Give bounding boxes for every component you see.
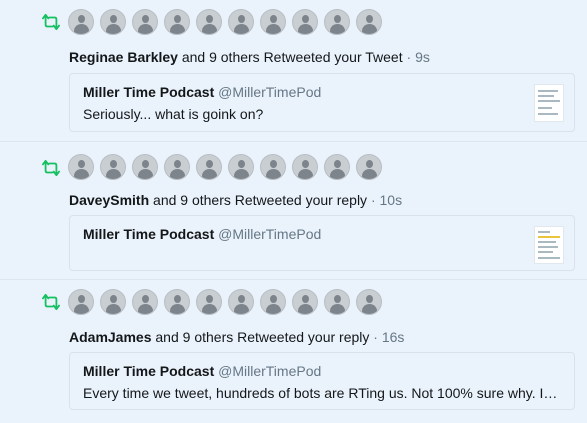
- avatar[interactable]: [100, 154, 126, 180]
- quoted-tweet-card[interactable]: Miller Time Podcast @MillerTimePod Serio…: [69, 73, 575, 132]
- avatar[interactable]: [260, 154, 286, 180]
- avatar-row: [68, 154, 388, 182]
- avatar[interactable]: [100, 9, 126, 35]
- avatar[interactable]: [164, 154, 190, 180]
- quoted-author-name[interactable]: Miller Time Podcast: [83, 226, 214, 242]
- actor-name-link[interactable]: Reginae Barkley: [69, 49, 178, 65]
- separator-dot: ·: [373, 329, 378, 345]
- avatar[interactable]: [356, 154, 382, 180]
- avatar[interactable]: [260, 9, 286, 35]
- quoted-author-name[interactable]: Miller Time Podcast: [83, 363, 214, 379]
- avatar[interactable]: [228, 9, 254, 35]
- avatar[interactable]: [292, 289, 318, 315]
- actor-name-link[interactable]: AdamJames: [69, 329, 152, 345]
- avatar[interactable]: [356, 9, 382, 35]
- notifications-feed: Reginae Barkley and 9 others Retweeted y…: [0, 0, 587, 423]
- avatar[interactable]: [292, 9, 318, 35]
- quoted-author: Miller Time Podcast @MillerTimePod: [83, 84, 321, 100]
- avatar[interactable]: [228, 289, 254, 315]
- avatar[interactable]: [196, 154, 222, 180]
- avatar[interactable]: [196, 9, 222, 35]
- avatar[interactable]: [292, 154, 318, 180]
- quoted-tweet-text: Seriously... what is goink on?: [83, 106, 264, 122]
- media-thumbnail[interactable]: [534, 226, 564, 264]
- notification-action-text: and 9 others Retweeted your Tweet: [181, 49, 403, 65]
- notification-summary: Reginae Barkley and 9 others Retweeted y…: [69, 48, 430, 66]
- avatar[interactable]: [324, 9, 350, 35]
- timestamp-link[interactable]: 16s: [382, 329, 405, 345]
- avatar-row: [68, 289, 388, 317]
- avatar[interactable]: [132, 289, 158, 315]
- retweet-icon: [42, 159, 61, 177]
- separator-dot: ·: [370, 192, 376, 208]
- timestamp-link[interactable]: 10s: [380, 192, 403, 208]
- notification-action-text: and 9 others Retweeted your reply: [155, 329, 370, 345]
- quoted-author-handle[interactable]: @MillerTimePod: [218, 84, 321, 100]
- avatar[interactable]: [68, 9, 94, 35]
- avatar[interactable]: [260, 289, 286, 315]
- avatar[interactable]: [356, 289, 382, 315]
- avatar[interactable]: [324, 289, 350, 315]
- notification-item[interactable]: DaveySmith and 9 others Retweeted your r…: [0, 142, 587, 280]
- notification-summary: DaveySmith and 9 others Retweeted your r…: [69, 191, 402, 209]
- retweet-icon: [42, 13, 61, 31]
- quoted-tweet-text: Every time we tweet, hundreds of bots ar…: [83, 385, 558, 401]
- notification-item[interactable]: Reginae Barkley and 9 others Retweeted y…: [0, 0, 587, 142]
- avatar[interactable]: [228, 154, 254, 180]
- quoted-author-name[interactable]: Miller Time Podcast: [83, 84, 214, 100]
- notification-item[interactable]: AdamJames and 9 others Retweeted your re…: [0, 280, 587, 423]
- notification-action-text: and 9 others Retweeted your reply: [153, 192, 368, 208]
- quoted-tweet-card[interactable]: Miller Time Podcast @MillerTimePod Every…: [69, 352, 575, 410]
- avatar[interactable]: [164, 9, 190, 35]
- avatar[interactable]: [68, 289, 94, 315]
- avatar[interactable]: [132, 154, 158, 180]
- timestamp-link[interactable]: 9s: [415, 49, 430, 65]
- retweet-icon: [42, 293, 61, 311]
- quoted-author-handle[interactable]: @MillerTimePod: [218, 226, 321, 242]
- quoted-author: Miller Time Podcast @MillerTimePod: [83, 226, 321, 242]
- quoted-tweet-card[interactable]: Miller Time Podcast @MillerTimePod: [69, 215, 575, 271]
- avatar[interactable]: [100, 289, 126, 315]
- actor-name-link[interactable]: DaveySmith: [69, 192, 149, 208]
- media-thumbnail[interactable]: [534, 84, 564, 122]
- quoted-author-handle[interactable]: @MillerTimePod: [218, 363, 321, 379]
- separator-dot: ·: [406, 49, 412, 65]
- quoted-author: Miller Time Podcast @MillerTimePod: [83, 363, 321, 379]
- avatar[interactable]: [68, 154, 94, 180]
- avatar[interactable]: [324, 154, 350, 180]
- avatar[interactable]: [196, 289, 222, 315]
- avatar-row: [68, 9, 388, 37]
- avatar[interactable]: [164, 289, 190, 315]
- avatar[interactable]: [132, 9, 158, 35]
- notification-summary: AdamJames and 9 others Retweeted your re…: [69, 328, 404, 346]
